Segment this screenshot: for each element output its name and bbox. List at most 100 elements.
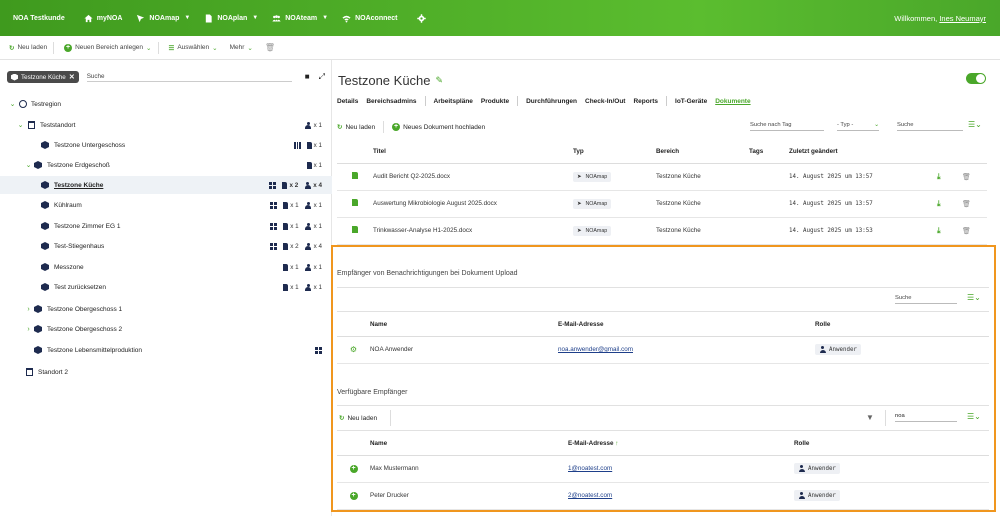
settings-button[interactable]: [405, 13, 433, 23]
col-role[interactable]: Rolle: [815, 313, 989, 337]
document-icon: [283, 242, 289, 250]
tab-bereichsadmins[interactable]: Bereichsadmins: [366, 98, 421, 105]
table-row[interactable]: Audit Bericht Q2-2025.docx ➤ NOAmap Testz…: [337, 163, 987, 191]
tree-item-untergeschoss[interactable]: Testzone Untergeschoss x 1: [0, 136, 332, 154]
nav-noateam[interactable]: NOAteam ▼: [265, 14, 335, 23]
more-button[interactable]: Mehr ⌄: [224, 44, 259, 52]
tree-item-obergeschoss-2[interactable]: › Testzone Obergeschoss 2: [0, 320, 332, 338]
sort-up-icon: ↑: [615, 439, 619, 447]
brand-name[interactable]: NOA Testkunde: [0, 15, 77, 22]
tree-item-zimmer-eg1[interactable]: Testzone Zimmer EG 1 x 1 x 1: [0, 217, 332, 235]
document-icon: [206, 13, 212, 23]
table-row[interactable]: Auswertung Mikrobiologie August 2025.doc…: [337, 190, 987, 218]
available-reload-button[interactable]: ↻ Neu laden: [339, 414, 377, 423]
tab-iot-geraete[interactable]: IoT-Geräte: [675, 98, 712, 105]
tree-item-lebensmittelproduktion[interactable]: Testzone Lebensmittelproduktion: [0, 341, 332, 359]
table-row[interactable]: + Peter Drucker 2@noatest.com Anwender: [337, 482, 989, 510]
tab-divider: [517, 96, 519, 106]
delete-button[interactable]: 🗑: [259, 43, 281, 52]
close-icon[interactable]: ✕: [69, 73, 75, 81]
tree-item-obergeschoss-1[interactable]: › Testzone Obergeschoss 1: [0, 300, 332, 318]
active-toggle[interactable]: [966, 73, 986, 84]
col-area[interactable]: Bereich: [656, 140, 749, 164]
recipient-email-link[interactable]: 1@noatest.com: [568, 465, 612, 472]
chevron-right-icon[interactable]: ›: [25, 326, 32, 333]
nav-noaconnect[interactable]: NOAconnect: [335, 14, 404, 23]
col-type[interactable]: Typ: [573, 140, 656, 164]
tree-item-test-zuruecksetzen[interactable]: Test zurücksetzen x 1 x 1: [0, 278, 332, 296]
col-name[interactable]: Name: [370, 432, 568, 456]
download-icon[interactable]: ⤓: [937, 226, 941, 235]
column-settings-icon[interactable]: ☰⌄: [967, 293, 981, 302]
person-icon: [305, 222, 312, 230]
settings-icon[interactable]: ⚙: [350, 345, 357, 354]
reload-button[interactable]: ↻ Neu laden: [0, 44, 53, 52]
tree-item-testregion[interactable]: ⌄ Testregion: [0, 95, 332, 113]
tree-item-teststandort[interactable]: ⌄ Teststandort x 1: [0, 116, 332, 134]
chevron-down-icon[interactable]: ⌄: [17, 121, 24, 129]
tree-item-erdgeschoss[interactable]: ⌄ Testzone Erdgeschoß x 1: [0, 156, 332, 174]
trash-icon[interactable]: 🗑: [962, 228, 971, 235]
download-icon[interactable]: ⤓: [937, 199, 941, 208]
col-email[interactable]: E-Mail-Adresse ↑: [568, 432, 794, 456]
col-tags[interactable]: Tags: [749, 140, 789, 164]
filter-chip[interactable]: Testzone Küche ✕: [7, 71, 79, 83]
column-settings-icon[interactable]: ☰⌄: [967, 412, 981, 421]
doc-title[interactable]: Audit Bericht Q2-2025.docx: [373, 163, 573, 191]
nav-mynoa[interactable]: myNOA: [77, 14, 130, 23]
col-email[interactable]: E-Mail-Adresse: [558, 313, 815, 337]
recipients-search-input[interactable]: Suche: [895, 295, 957, 304]
add-icon[interactable]: +: [349, 491, 358, 500]
tree-item-label: Testzone Zimmer EG 1: [54, 222, 121, 230]
tree-item-standort-2[interactable]: Standort 2: [0, 363, 332, 381]
tab-reports[interactable]: Reports: [633, 98, 663, 105]
table-row[interactable]: ⚙ NOA Anwender noa.anwender@gmail.com An…: [337, 336, 989, 364]
trash-icon[interactable]: 🗑: [962, 174, 971, 181]
chevron-right-icon[interactable]: ›: [25, 306, 32, 313]
docs-reload-button[interactable]: ↻ Neu laden: [337, 123, 375, 132]
add-icon[interactable]: +: [349, 464, 358, 473]
doc-title[interactable]: Auswertung Mikrobiologie August 2025.doc…: [373, 190, 573, 218]
download-icon[interactable]: ⤓: [937, 172, 941, 181]
tab-durchfuehrungen[interactable]: Durchführungen: [526, 98, 582, 105]
doc-title[interactable]: Trinkwasser-Analyse H1-2025.docx: [373, 217, 573, 245]
nav-noamap[interactable]: NOAmap ▼: [129, 14, 197, 23]
edit-icon[interactable]: ✎: [436, 75, 444, 86]
tree-search-input[interactable]: Suche: [86, 73, 292, 82]
trash-icon[interactable]: 🗑: [962, 201, 971, 208]
col-title[interactable]: Titel: [373, 140, 573, 164]
tab-details[interactable]: Details: [337, 98, 363, 105]
new-area-button[interactable]: + Neuen Bereich anlegen ⌄: [54, 43, 157, 52]
upload-document-button[interactable]: + Neues Dokument hochladen: [392, 123, 485, 131]
nav-noaplan[interactable]: NOAplan ▼: [197, 13, 265, 23]
tree-item-stiegenhaus[interactable]: Test-Stiegenhaus x 2 x 4: [0, 237, 332, 255]
tag-search-input[interactable]: Suche nach Tag: [750, 122, 824, 131]
expand-icon[interactable]: ⤢: [319, 72, 325, 82]
folder-icon[interactable]: ■: [305, 72, 310, 82]
tree-item-kuehlraum[interactable]: Kühlraum x 1 x 1: [0, 196, 332, 214]
tab-produkte[interactable]: Produkte: [481, 98, 514, 105]
tab-check-in-out[interactable]: Check-In/Out: [585, 98, 630, 105]
tab-dokumente[interactable]: Dokumente: [715, 98, 755, 105]
docs-search-input[interactable]: Suche: [897, 122, 963, 131]
filter-icon[interactable]: ▼: [866, 413, 874, 422]
recipient-email-link[interactable]: 2@noatest.com: [568, 492, 612, 499]
tree-item-kueche[interactable]: Testzone Küche x 2 x 4: [0, 176, 332, 194]
chevron-down-icon[interactable]: ⌄: [9, 100, 16, 108]
divider: [337, 405, 989, 406]
select-button[interactable]: ☰ Auswählen ⌄: [159, 44, 224, 52]
type-select[interactable]: - Typ - ⌄: [837, 122, 879, 131]
table-row[interactable]: + Max Mustermann 1@noatest.com Anwender: [337, 455, 989, 483]
col-role[interactable]: Rolle: [794, 432, 989, 456]
col-name[interactable]: Name: [370, 313, 558, 337]
person-icon: [305, 283, 312, 291]
table-row[interactable]: Trinkwasser-Analyse H1-2025.docx ➤ NOAmap…: [337, 217, 987, 245]
column-settings-icon[interactable]: ☰⌄: [968, 120, 982, 129]
chevron-down-icon[interactable]: ⌄: [25, 161, 32, 169]
col-changed[interactable]: Zuletzt geändert: [789, 140, 937, 164]
available-search-input[interactable]: noa: [895, 413, 957, 422]
tree-item-messzone[interactable]: Messzone x 1 x 1: [0, 258, 332, 276]
user-name-link[interactable]: Ines Neumayr: [939, 14, 986, 23]
tab-arbeitsplaene[interactable]: Arbeitspläne: [434, 98, 478, 105]
recipient-email-link[interactable]: noa.anwender@gmail.com: [558, 346, 633, 353]
